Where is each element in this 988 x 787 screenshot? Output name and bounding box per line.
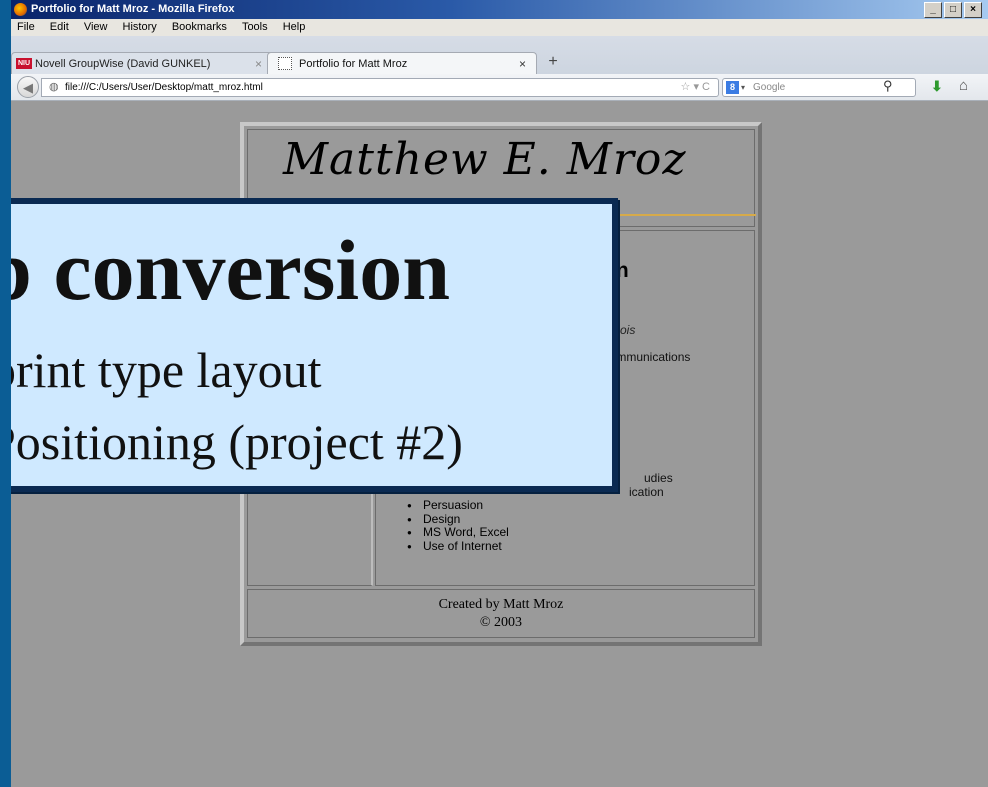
tab-close-icon[interactable]: × xyxy=(255,53,262,75)
tab-bar: NIU Novell GroupWise (David GUNKEL) × Po… xyxy=(11,36,988,74)
footer-copyright: © 2003 xyxy=(479,615,523,630)
window-controls: _ □ × xyxy=(924,2,982,18)
callout-title: eb conversion xyxy=(11,222,451,318)
menu-history[interactable]: History xyxy=(123,21,157,33)
close-button[interactable]: × xyxy=(964,2,982,18)
tab-groupwise[interactable]: NIU Novell GroupWise (David GUNKEL) × xyxy=(11,52,273,74)
menu-file[interactable]: File xyxy=(17,21,35,33)
page-icon xyxy=(278,57,292,70)
menu-edit[interactable]: Edit xyxy=(50,21,69,33)
slide-background-left xyxy=(0,0,11,787)
footer-credit: Created by Matt Mroz xyxy=(438,597,564,612)
bookmark-reload-icons[interactable]: ☆ ▾ C xyxy=(681,79,710,96)
callout-line-1: print type layout xyxy=(11,342,322,398)
menu-help[interactable]: Help xyxy=(283,21,306,33)
menu-view[interactable]: View xyxy=(84,21,108,33)
chevron-down-icon[interactable]: ▾ xyxy=(741,79,745,96)
list-fragment: udies xyxy=(644,471,673,485)
download-icon[interactable]: ⬇ xyxy=(931,78,943,95)
skills-list: Persuasion Design MS Word, Excel Use of … xyxy=(407,498,509,554)
globe-icon: ◍ xyxy=(49,81,59,93)
firefox-icon xyxy=(14,3,27,16)
google-icon[interactable]: 8 xyxy=(726,81,739,94)
url-bar[interactable]: ◍ file:///C:/Users/User/Desktop/matt_mro… xyxy=(41,78,719,97)
firefox-window: Portfolio for Matt Mroz - Mozilla Firefo… xyxy=(11,0,988,787)
header-divider xyxy=(608,214,756,216)
window-title: Portfolio for Matt Mroz - Mozilla Firefo… xyxy=(31,3,235,15)
tab-label: Novell GroupWise (David GUNKEL) xyxy=(35,58,211,70)
tab-label: Portfolio for Matt Mroz xyxy=(299,58,408,70)
menu-tools[interactable]: Tools xyxy=(242,21,268,33)
slide-callout-box: eb conversion print type layout Position… xyxy=(11,198,618,492)
list-item: Design xyxy=(407,512,509,527)
tab-portfolio[interactable]: Portfolio for Matt Mroz × xyxy=(267,52,537,74)
title-bar: Portfolio for Matt Mroz - Mozilla Firefo… xyxy=(11,0,988,19)
list-item: Use of Internet xyxy=(407,539,509,554)
portfolio-footer: Created by Matt Mroz © 2003 xyxy=(247,589,755,638)
maximize-button[interactable]: □ xyxy=(944,2,962,18)
menu-bookmarks[interactable]: Bookmarks xyxy=(172,21,227,33)
menu-bar: File Edit View History Bookmarks Tools H… xyxy=(11,19,988,36)
search-placeholder: Google xyxy=(753,82,786,93)
portfolio-name: Matthew E. Mroz xyxy=(283,134,687,185)
new-tab-button[interactable]: + xyxy=(545,53,561,71)
niu-icon: NIU xyxy=(16,58,32,69)
list-item: MS Word, Excel xyxy=(407,525,509,540)
minimize-button[interactable]: _ xyxy=(924,2,942,18)
search-icon[interactable]: ⚲ xyxy=(883,78,893,94)
list-fragment: ication xyxy=(629,485,664,499)
back-arrow-icon[interactable]: ◀ xyxy=(17,76,39,98)
home-icon[interactable]: ⌂ xyxy=(959,77,968,94)
navigation-bar: ◀ ◍ file:///C:/Users/User/Desktop/matt_m… xyxy=(11,74,988,101)
callout-line-2: Positioning (project #2) xyxy=(11,414,463,470)
tab-close-icon[interactable]: × xyxy=(519,53,526,75)
url-text: file:///C:/Users/User/Desktop/matt_mroz.… xyxy=(65,82,263,93)
list-item: Persuasion xyxy=(407,498,509,513)
